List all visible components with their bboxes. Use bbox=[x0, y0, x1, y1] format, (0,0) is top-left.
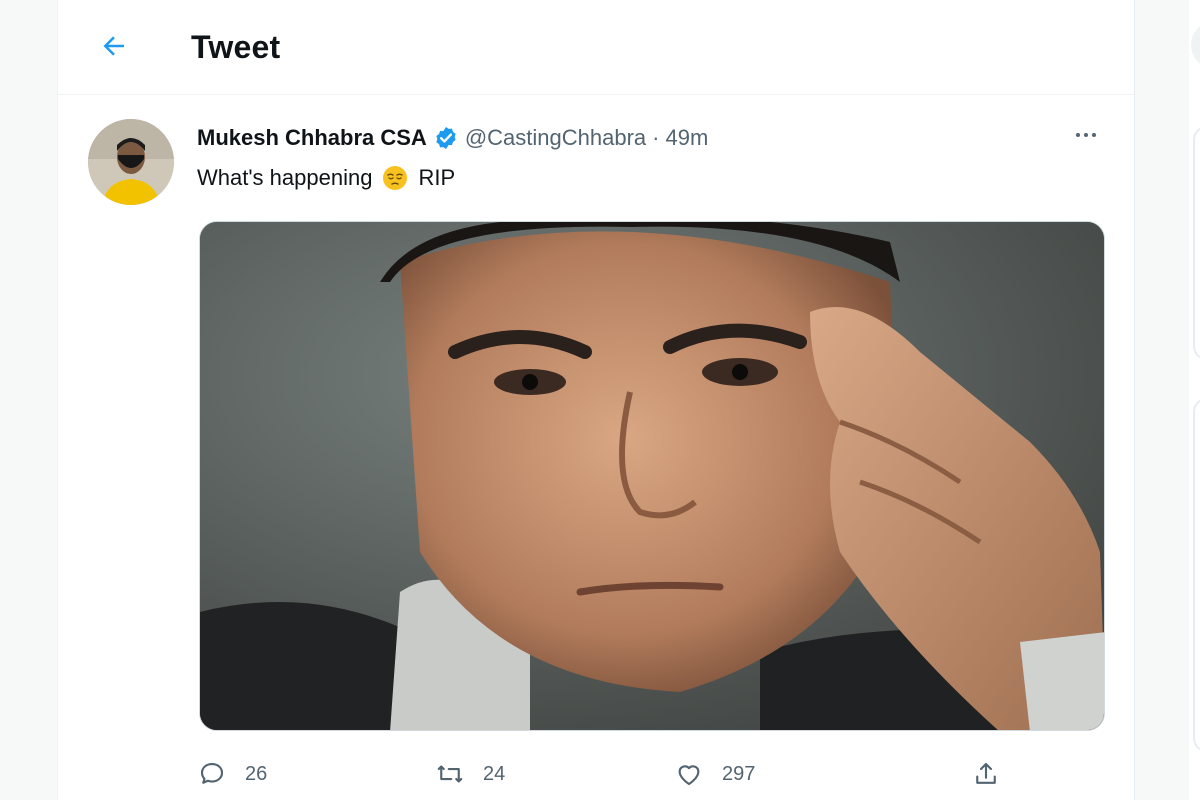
reply-icon bbox=[200, 762, 224, 784]
tweet-actions: 26 24 297 bbox=[197, 754, 996, 794]
author-handle[interactable]: @CastingChhabra bbox=[465, 125, 646, 151]
verified-badge-icon bbox=[436, 126, 456, 150]
pensive-face-icon bbox=[383, 166, 408, 190]
retweet-count: 24 bbox=[483, 762, 506, 785]
like-button[interactable]: 297 bbox=[674, 754, 755, 794]
more-dot-icon bbox=[1084, 133, 1088, 137]
right-sidebar-edge bbox=[1189, 0, 1200, 800]
more-dot-icon bbox=[1076, 133, 1080, 137]
share-button[interactable] bbox=[971, 754, 1001, 794]
tweet-text-suffix: RIP bbox=[418, 165, 456, 190]
arrow-left-icon bbox=[103, 36, 124, 56]
author-row: Mukesh Chhabra CSA @CastingChhabra · 49m bbox=[197, 123, 708, 153]
tweet-header: Tweet bbox=[58, 0, 1134, 95]
share-icon bbox=[976, 762, 996, 784]
photo-icon bbox=[200, 222, 1104, 730]
meta-separator: · bbox=[652, 125, 660, 150]
author-display-name[interactable]: Mukesh Chhabra CSA bbox=[197, 125, 427, 151]
reply-button[interactable]: 26 bbox=[197, 754, 267, 794]
retweet-icon bbox=[437, 765, 463, 783]
main-column: Tweet Mukesh Chhabra CSA @CastingChhabra… bbox=[57, 0, 1135, 800]
heart-icon bbox=[678, 765, 700, 786]
page-title: Tweet bbox=[191, 29, 281, 65]
tweet: Mukesh Chhabra CSA @CastingChhabra · 49m… bbox=[58, 96, 1134, 800]
twitter-app: Tweet Mukesh Chhabra CSA @CastingChhabra… bbox=[0, 0, 1200, 800]
retweet-button[interactable]: 24 bbox=[435, 754, 505, 794]
avatar-image bbox=[88, 119, 174, 205]
reply-count: 26 bbox=[245, 762, 268, 785]
sidebar-edge-shapes bbox=[1191, 26, 1200, 751]
more-options-button[interactable] bbox=[1068, 122, 1104, 148]
tweet-text-main: What's happening bbox=[197, 165, 373, 190]
tweet-text: What's happening RIP bbox=[197, 165, 455, 191]
tweet-timestamp[interactable]: 49m bbox=[665, 125, 708, 151]
avatar[interactable] bbox=[88, 119, 174, 205]
like-count: 297 bbox=[722, 762, 756, 785]
more-dot-icon bbox=[1092, 133, 1096, 137]
back-button[interactable] bbox=[94, 26, 134, 66]
tweet-media[interactable] bbox=[199, 221, 1105, 731]
